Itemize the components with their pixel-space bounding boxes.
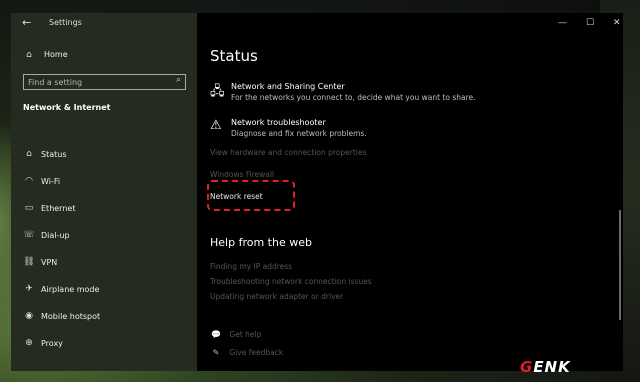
ethernet-icon: ▭ — [24, 203, 34, 213]
help-section-title: Help from the web — [210, 236, 312, 249]
home-nav-item[interactable]: ⌂ Home — [22, 50, 68, 64]
page-title: Status — [210, 47, 258, 65]
status-icon: ⌂ — [26, 149, 32, 159]
item-description: Diagnose and fix network problems. — [231, 129, 367, 138]
sidebar-item-mobile-hotspot[interactable]: ◉ Mobile hotspot — [11, 307, 197, 327]
wifi-icon: ◠ — [25, 176, 33, 186]
sidebar-item-label: Mobile hotspot — [41, 312, 101, 321]
app-title: Settings — [49, 18, 82, 27]
get-help-link[interactable]: 💬 Get help — [210, 330, 261, 339]
give-feedback-label: Give feedback — [229, 348, 284, 357]
sidebar-item-ethernet[interactable]: ▭ Ethernet — [11, 199, 197, 219]
network-reset-link[interactable]: Network reset — [207, 180, 295, 211]
sidebar-item-label: Airplane mode — [41, 285, 100, 294]
main-content: — ☐ ✕ Status 🖧 Network and Sharing Cente… — [197, 13, 623, 371]
search-icon[interactable]: ⌕ — [176, 75, 181, 85]
get-help-label: Get help — [229, 330, 262, 339]
sidebar-item-airplane-mode[interactable]: ✈ Airplane mode — [11, 280, 197, 300]
minimize-icon[interactable]: — — [558, 18, 567, 28]
windows-firewall-link[interactable]: Windows Firewall — [210, 170, 274, 179]
help-link-adapter[interactable]: Updating network adapter or driver — [210, 292, 343, 301]
search-input[interactable] — [28, 76, 166, 88]
home-icon: ⌂ — [26, 50, 32, 60]
back-arrow-icon[interactable]: ← — [22, 16, 31, 29]
sidebar-item-dialup[interactable]: ☏ Dial-up — [11, 226, 197, 246]
network-icon: 🖧 — [210, 84, 225, 99]
sidebar-item-label: Ethernet — [41, 204, 76, 213]
item-title: Network troubleshooter — [231, 118, 326, 127]
item-title: Network and Sharing Center — [231, 82, 345, 91]
scrollbar[interactable] — [619, 210, 621, 320]
settings-window: ← Settings ⌂ Home ⌕ Network & Internet ⌂ … — [11, 13, 623, 371]
help-link-troubleshooting[interactable]: Troubleshooting network connection issue… — [210, 277, 372, 286]
phone-icon: ☏ — [23, 230, 35, 240]
sidebar-item-label: Dial-up — [41, 231, 70, 240]
feedback-icon: ✎ — [212, 348, 220, 357]
globe-icon: ⊕ — [25, 338, 33, 348]
item-description: For the networks you connect to, decide … — [231, 93, 476, 102]
sidebar-item-proxy[interactable]: ⊕ Proxy — [11, 334, 197, 354]
maximize-icon[interactable]: ☐ — [586, 18, 594, 28]
hotspot-icon: ◉ — [25, 311, 33, 321]
sidebar: ← Settings ⌂ Home ⌕ Network & Internet ⌂ … — [11, 13, 197, 371]
search-box[interactable]: ⌕ — [23, 74, 186, 90]
sidebar-item-wifi[interactable]: ◠ Wi-Fi — [11, 172, 197, 192]
genk-logo: GENK — [520, 358, 571, 376]
sidebar-item-label: VPN — [41, 258, 58, 267]
give-feedback-link[interactable]: ✎ Give feedback — [210, 348, 284, 357]
highlight-box — [207, 180, 295, 211]
chat-icon: 💬 — [211, 330, 221, 339]
view-hardware-properties-link[interactable]: View hardware and connection properties — [210, 148, 366, 157]
warning-icon: ⚠ — [210, 118, 222, 133]
close-icon[interactable]: ✕ — [613, 18, 621, 28]
title-bar: ← Settings — [11, 13, 197, 35]
sidebar-item-vpn[interactable]: ⛓ VPN — [11, 253, 197, 273]
airplane-icon: ✈ — [25, 284, 33, 294]
sidebar-item-label: Wi-Fi — [41, 177, 61, 186]
vpn-icon: ⛓ — [23, 257, 35, 267]
sidebar-item-label: Status — [41, 150, 67, 159]
home-label: Home — [44, 50, 68, 59]
help-link-ip[interactable]: Finding my IP address — [210, 262, 292, 271]
section-title: Network & Internet — [23, 103, 111, 112]
sidebar-item-status[interactable]: ⌂ Status — [11, 145, 197, 165]
sidebar-item-label: Proxy — [41, 339, 63, 348]
